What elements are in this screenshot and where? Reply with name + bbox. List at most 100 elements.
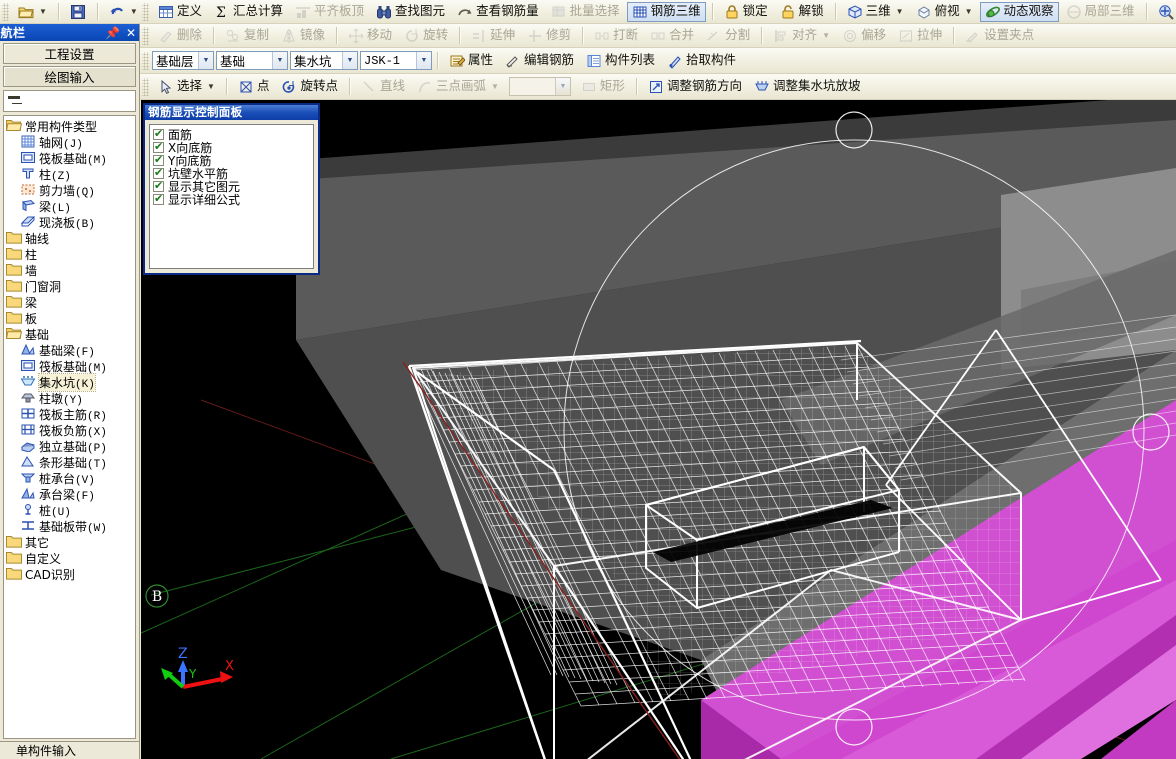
edit-rebar-button[interactable]: 编辑钢筋 (500, 51, 579, 71)
rebar-display-control-panel[interactable]: 钢筋显示控制面板 面筋X向底筋Y向底筋坑壁水平筋显示其它图元显示详细公式 (143, 103, 320, 275)
undo-button[interactable]: ▼ (104, 2, 143, 22)
adjust-rebar-direction-button[interactable]: 调整钢筋方向 (643, 77, 747, 97)
rebar-3d-button[interactable]: 钢筋三维 (626, 1, 706, 22)
rotate-button[interactable]: 旋转 (399, 26, 453, 46)
toolbar-grip[interactable] (142, 51, 149, 70)
open-file-button[interactable]: ▼ (13, 2, 52, 22)
tree-item-墙[interactable]: 墙 (4, 262, 135, 278)
align-slab-top-button[interactable]: 平齐板顶 (290, 2, 369, 22)
local-3d-button[interactable]: 局部三维 (1061, 2, 1140, 22)
tree-item-筏板基础[interactable]: 筏板基础(M) (4, 358, 135, 375)
batch-select-button[interactable]: 批量选择 (546, 2, 625, 22)
merge-button[interactable]: 合并 (645, 26, 699, 46)
component-tree[interactable]: 常用构件类型 轴网(J) 筏板基础(M) 柱(Z) 剪力墙(Q) 梁(L) 现浇板(B) 轴线… (3, 115, 136, 739)
chevron-down-icon[interactable]: ▼ (272, 52, 287, 69)
view-rebar-qty-button[interactable]: 查看钢筋量 (452, 2, 544, 22)
orbit-button[interactable]: 动态观察 (979, 1, 1059, 22)
tree-item-门窗洞[interactable]: 门窗洞 (4, 278, 135, 294)
break-button[interactable]: 打断 (589, 26, 643, 46)
tree-item-独立基础[interactable]: 独立基础(P) (4, 438, 135, 455)
checkbox-显示详细公式[interactable] (153, 192, 164, 205)
chevron-down-icon[interactable]: ▼ (896, 7, 904, 16)
tree-item-筏板基础[interactable]: 筏板基础(M) (4, 150, 135, 167)
view-3d-button[interactable]: 三维 ▼ (842, 2, 909, 22)
delete-button[interactable]: 删除 (153, 26, 207, 46)
tree-item-现浇板[interactable]: 现浇板(B) (4, 214, 135, 231)
checkbox-面筋[interactable] (153, 127, 164, 140)
component-name-select[interactable]: JSK-1 ▼ (360, 51, 432, 70)
chevron-down-icon[interactable]: ▼ (130, 7, 138, 16)
fullscreen-button[interactable]: 全屏 (1153, 2, 1176, 22)
tree-item-板[interactable]: 板 (4, 310, 135, 326)
move-button[interactable]: 移动 (343, 26, 397, 46)
project-settings-button[interactable]: 工程设置 (3, 43, 136, 64)
single-component-input-button[interactable]: 单构件输入 (0, 741, 139, 759)
split-button[interactable]: 分割 (701, 26, 755, 46)
point-tool-button[interactable]: 点 (233, 77, 275, 97)
rectangle-tool-button[interactable]: 矩形 (576, 77, 630, 97)
select-tool-button[interactable]: 选择 ▼ (153, 77, 220, 97)
toolbar-grip[interactable] (142, 77, 149, 96)
tree-item-自定义[interactable]: 自定义 (4, 550, 135, 566)
tree-item-常用构件类型[interactable]: 常用构件类型 (4, 118, 135, 134)
pin-icon[interactable]: 📌 (105, 27, 120, 39)
stretch-button[interactable]: 拉伸 (893, 26, 947, 46)
tree-item-基础板带[interactable]: 基础板带(W) (4, 518, 135, 535)
component-type-select[interactable]: 集水坑 ▼ (290, 51, 358, 70)
tree-item-柱[interactable]: 柱 (4, 246, 135, 262)
chevron-down-icon[interactable]: ▼ (965, 7, 973, 16)
tree-item-基础[interactable]: 基础 (4, 326, 135, 342)
chevron-down-icon[interactable]: ▼ (198, 52, 213, 69)
tree-item-条形基础[interactable]: 条形基础(T) (4, 454, 135, 471)
category-select[interactable]: 基础 ▼ (216, 51, 288, 70)
tree-item-梁[interactable]: 梁(L) (4, 198, 135, 215)
rotate-point-tool-button[interactable]: 旋转点 (276, 77, 343, 97)
close-icon[interactable]: ✕ (126, 27, 136, 39)
save-button[interactable] (65, 2, 91, 22)
tree-item-筏板主筋[interactable]: 筏板主筋(R) (4, 406, 135, 423)
tree-item-其它[interactable]: 其它 (4, 534, 135, 550)
define-button[interactable]: 定义 (153, 2, 207, 22)
toolbar-grip[interactable] (142, 26, 149, 45)
checkbox-显示其它图元[interactable] (153, 179, 164, 192)
toolbar-grip[interactable] (142, 2, 149, 21)
copy-button[interactable]: 复制 (220, 26, 274, 46)
tree-item-集水坑[interactable]: 集水坑(K) (4, 372, 135, 392)
chevron-down-icon[interactable]: ▼ (416, 52, 431, 69)
line-tool-button[interactable]: 直线 (356, 77, 410, 97)
tree-item-剪力墙[interactable]: 剪力墙(Q) (4, 182, 135, 199)
chevron-down-icon[interactable]: ▼ (39, 7, 47, 16)
properties-button[interactable]: 属性 (444, 51, 498, 71)
find-element-button[interactable]: 查找图元 (371, 2, 450, 22)
offset-button[interactable]: 偏移 (837, 26, 891, 46)
tree-item-筏板负筋[interactable]: 筏板负筋(X) (4, 422, 135, 439)
tree-item-基础梁[interactable]: 基础梁(F) (4, 342, 135, 359)
align-button[interactable]: 对齐 ▼ (768, 26, 835, 46)
drawing-input-button[interactable]: 绘图输入 (3, 66, 136, 87)
chevron-down-icon[interactable]: ▼ (207, 82, 215, 91)
tree-item-轴线[interactable]: 轴线 (4, 230, 135, 246)
trim-button[interactable]: 修剪 (522, 26, 576, 46)
tree-item-梁[interactable]: 梁 (4, 294, 135, 310)
tree-item-轴网[interactable]: 轴网(J) (4, 134, 135, 151)
component-list-button[interactable]: 构件列表 (581, 51, 660, 71)
toolbar-grip[interactable] (2, 2, 9, 21)
tree-item-桩[interactable]: 桩(U) (4, 502, 135, 519)
mirror-button[interactable]: 镜像 (276, 26, 330, 46)
three-point-arc-tool-button[interactable]: 三点画弧 ▼ (412, 77, 504, 97)
adjust-pit-slope-button[interactable]: 调整集水坑放坡 (749, 77, 866, 97)
top-view-button[interactable]: 俯视 ▼ (911, 2, 978, 22)
pick-component-button[interactable]: 拾取构件 (662, 51, 741, 71)
navigator-toolbar[interactable] (3, 90, 136, 112)
unlock-button[interactable]: 解锁 (775, 2, 829, 22)
checkbox-X向底筋[interactable] (153, 140, 164, 153)
tree-item-柱墩[interactable]: 柱墩(Y) (4, 390, 135, 407)
tree-item-CAD识别[interactable]: CAD识别 (4, 566, 135, 582)
rebar-checkbox-row[interactable]: 显示详细公式 (153, 192, 313, 207)
floor-select[interactable]: 基础层 ▼ (152, 51, 214, 70)
tree-item-柱[interactable]: 柱(Z) (4, 166, 135, 183)
lock-button[interactable]: 锁定 (719, 2, 773, 22)
checkbox-Y向底筋[interactable] (153, 153, 164, 166)
chevron-down-icon[interactable]: ▼ (342, 52, 357, 69)
tree-item-桩承台[interactable]: 桩承台(V) (4, 470, 135, 487)
